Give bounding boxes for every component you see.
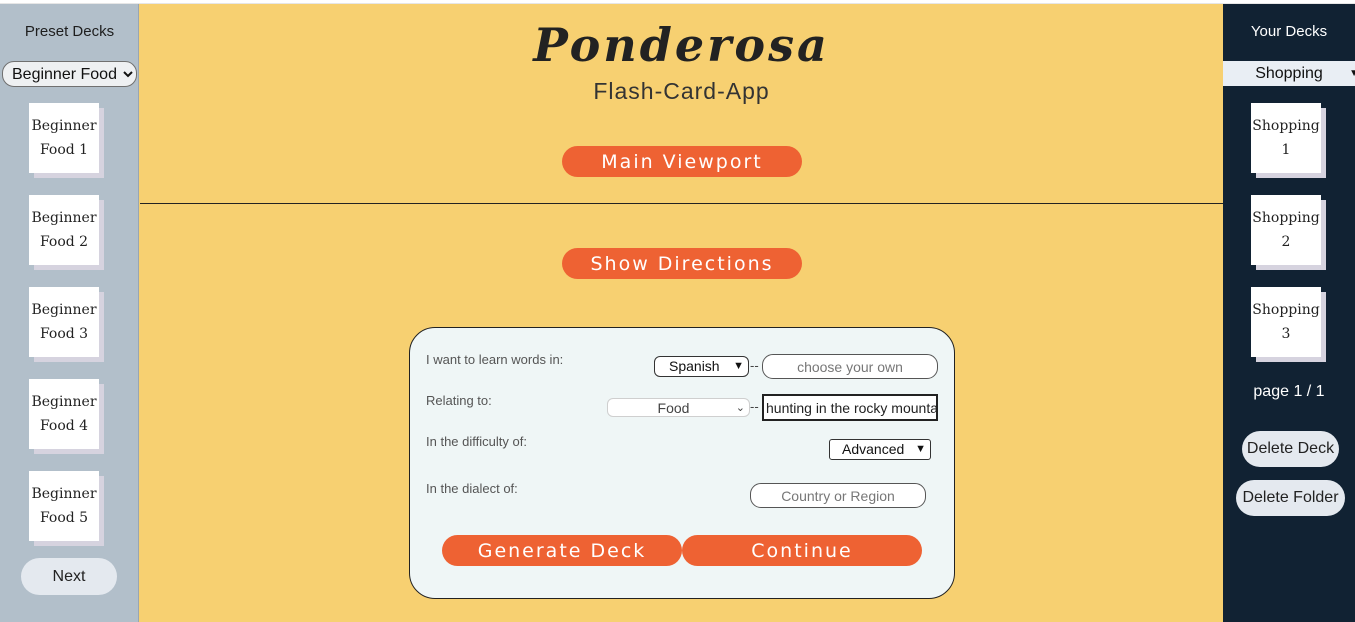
card-label: Shopping: [1252, 210, 1320, 226]
card-label: Food 4: [39, 418, 89, 434]
preset-decks-sidebar: Preset Decks Beginner Food Beginner Food …: [0, 4, 139, 622]
delete-deck-button[interactable]: Delete Deck: [1242, 431, 1339, 467]
show-directions-button[interactable]: Show Directions: [562, 248, 802, 279]
card-label: Food 1: [39, 142, 89, 158]
browser-top-edge: [0, 0, 1355, 4]
card-label: Food 3: [39, 326, 89, 342]
topic-select-value: Food: [657, 400, 690, 416]
chevron-down-icon: ▼: [1349, 68, 1355, 79]
header-divider: [140, 203, 1223, 204]
card-label: Beginner: [31, 486, 97, 502]
preset-deck-select[interactable]: Beginner Food: [2, 61, 137, 87]
separator-text: --: [750, 358, 759, 373]
card-label: Beginner: [31, 394, 97, 410]
chevron-down-icon: ⌄: [735, 402, 745, 414]
app-brand-title: Ponderosa: [533, 18, 830, 72]
app-subtitle: Flash-Card-App: [593, 78, 770, 104]
deck-generator-panel: I want to learn words in: Spanish ▼ -- R…: [409, 327, 955, 599]
card-label: Beginner: [31, 118, 97, 134]
separator-text: --: [750, 399, 759, 414]
card-label: 2: [1281, 234, 1291, 250]
main-viewport-button[interactable]: Main Viewport: [562, 146, 802, 177]
card-label: Food 5: [39, 510, 89, 526]
user-deck-card[interactable]: Shopping 3: [1251, 287, 1321, 357]
user-deck-card[interactable]: Shopping 2: [1251, 195, 1321, 265]
language-select[interactable]: Spanish ▼: [654, 356, 749, 377]
card-label: Shopping 1: [1252, 118, 1320, 158]
preset-card[interactable]: Beginner Food 2: [29, 195, 99, 265]
next-button[interactable]: Next: [21, 558, 117, 595]
card-label: Beginner: [31, 210, 97, 226]
relating-to-label: Relating to:: [426, 393, 492, 408]
page-indicator: page 1 / 1: [1253, 383, 1325, 400]
delete-folder-button[interactable]: Delete Folder: [1236, 480, 1345, 516]
difficulty-select[interactable]: Advanced ▼: [829, 439, 931, 460]
preset-card[interactable]: Beginner Food 1: [29, 103, 99, 173]
generate-deck-button[interactable]: Generate Deck: [442, 535, 682, 566]
chevron-down-icon: ▼: [733, 360, 744, 372]
difficulty-select-value: Advanced: [842, 441, 905, 457]
learn-language-label: I want to learn words in:: [426, 352, 564, 367]
difficulty-label: In the difficulty of:: [426, 434, 527, 449]
card-label: Beginner: [31, 302, 97, 318]
preset-card[interactable]: Beginner Food 3: [29, 287, 99, 357]
user-deck-card[interactable]: Shopping 1: [1251, 103, 1321, 173]
preset-card[interactable]: Beginner Food 4: [29, 379, 99, 449]
card-label: Food 2: [39, 234, 89, 250]
dialect-label: In the dialect of:: [426, 481, 518, 496]
topic-custom-input[interactable]: [762, 394, 938, 421]
folder-select-value: Shopping: [1255, 65, 1323, 82]
folder-select[interactable]: Shopping ▼: [1223, 61, 1355, 86]
preset-card[interactable]: Beginner Food 5: [29, 471, 99, 541]
language-select-value: Spanish: [669, 358, 720, 374]
preset-decks-title: Preset Decks: [24, 23, 115, 40]
chevron-down-icon: ▼: [915, 443, 926, 455]
language-custom-input[interactable]: [762, 354, 938, 379]
card-label: Shopping: [1252, 302, 1320, 318]
dialect-input[interactable]: [750, 483, 926, 508]
card-label: 3: [1281, 326, 1291, 342]
topic-select[interactable]: Food ⌄: [607, 398, 750, 417]
your-decks-sidebar: Your Decks Shopping ▼ Shopping 1 Shoppin…: [1223, 4, 1355, 622]
your-decks-title: Your Decks: [1250, 23, 1328, 40]
continue-button[interactable]: Continue: [682, 535, 922, 566]
